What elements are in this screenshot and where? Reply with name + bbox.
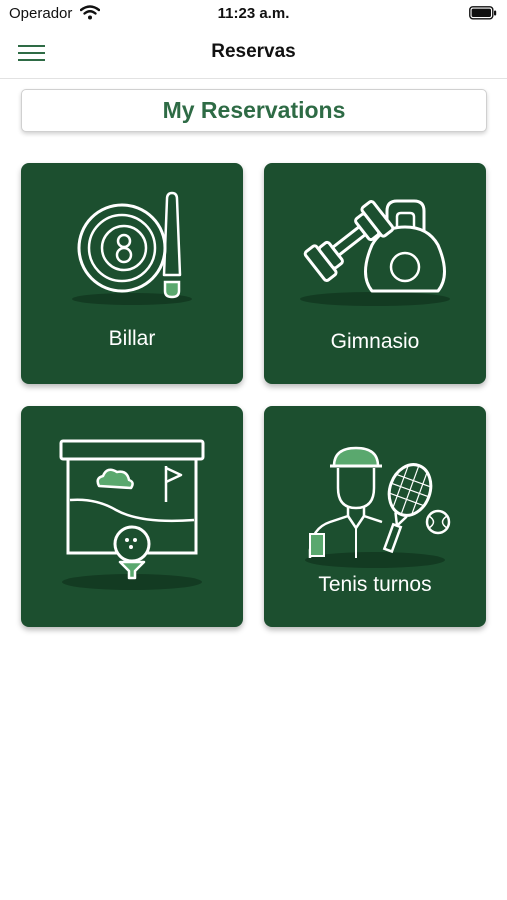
tile-label: Tenis turnos (318, 573, 432, 596)
tile-label: Billar (108, 327, 156, 350)
status-time: 11:23 a.m. (217, 5, 290, 22)
status-bar: Operador 11:23 a.m. (0, 0, 507, 28)
tile-tenis-turnos[interactable]: Tenis turnos (264, 406, 486, 627)
page-title: Reservas (211, 41, 296, 62)
my-reservations-button[interactable]: My Reservations (21, 89, 487, 132)
tile-gimnasio[interactable]: Gimnasio (264, 163, 486, 384)
golf-icon (59, 439, 205, 590)
navigation-bar: Reservas (0, 28, 507, 79)
tile-golf[interactable] (21, 406, 243, 627)
tile-label: Gimnasio (330, 330, 420, 353)
tile-billar[interactable]: Billar (21, 163, 243, 384)
battery-icon (469, 6, 497, 20)
